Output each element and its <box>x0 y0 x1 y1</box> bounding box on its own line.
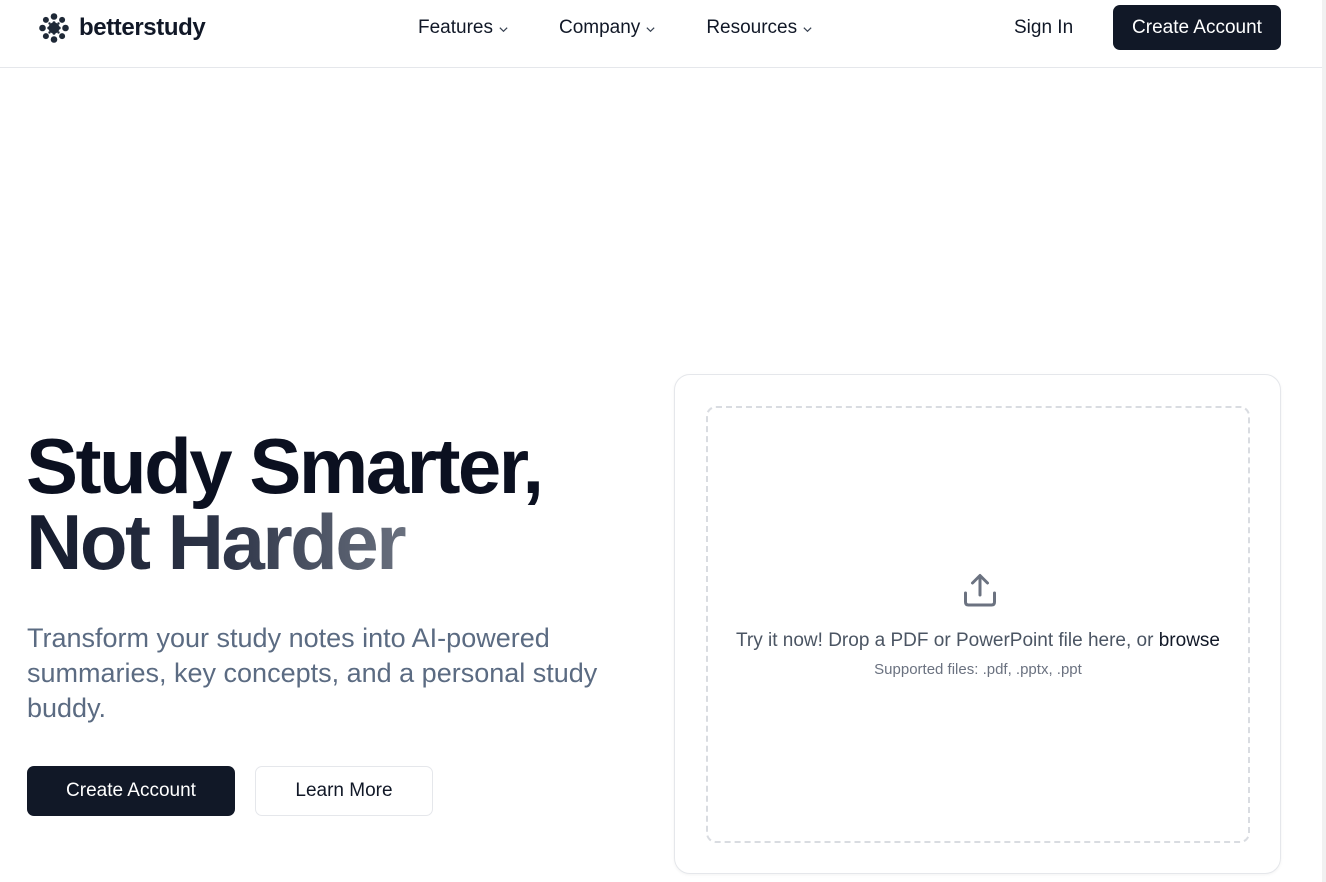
scrollbar[interactable] <box>1322 0 1326 882</box>
dropzone-prompt-text: Try it now! Drop a PDF or PowerPoint fil… <box>736 630 1159 651</box>
dropzone-prompt: Try it now! Drop a PDF or PowerPoint fil… <box>708 630 1248 652</box>
supported-files-text: Supported files: .pdf, .pptx, .ppt <box>874 661 1082 678</box>
main-nav: Features Company Resources <box>418 14 813 42</box>
upload-icon <box>964 574 996 607</box>
browse-link[interactable]: browse <box>1159 630 1220 651</box>
nav-company-dropdown[interactable]: Company <box>559 17 656 39</box>
nav-features-dropdown[interactable]: Features <box>418 17 509 39</box>
chevron-down-icon <box>803 27 812 33</box>
chevron-down-icon <box>646 27 655 33</box>
nav-create-account-button[interactable]: Create Account <box>1113 5 1281 50</box>
hero-title-line2: Not Harder <box>26 503 646 581</box>
hero-actions: Create Account Learn More <box>27 766 433 816</box>
nav-company-label: Company <box>558 17 641 38</box>
brand-name: betterstudy <box>79 14 206 41</box>
brand-logo[interactable]: betterstudy <box>38 12 206 44</box>
nav-features-label: Features <box>418 17 493 38</box>
hero-title-line1: Study Smarter, <box>26 422 544 510</box>
nav-resources-dropdown[interactable]: Resources <box>706 17 813 39</box>
nav-resources-label: Resources <box>706 17 798 38</box>
hero-create-account-button[interactable]: Create Account <box>27 766 235 816</box>
hero-subtitle: Transform your study notes into AI-power… <box>27 623 598 723</box>
logo-icon <box>39 13 69 43</box>
learn-more-button[interactable]: Learn More <box>255 766 433 816</box>
sign-in-link[interactable]: Sign In <box>1014 14 1073 42</box>
hero-title: Study Smarter, Not Harder <box>26 422 646 581</box>
upload-card: Try it now! Drop a PDF or PowerPoint fil… <box>674 374 1281 874</box>
top-navbar: betterstudy Features Company Resources S… <box>0 0 1326 68</box>
chevron-down-icon <box>499 27 508 33</box>
file-dropzone[interactable]: Try it now! Drop a PDF or PowerPoint fil… <box>706 406 1250 843</box>
